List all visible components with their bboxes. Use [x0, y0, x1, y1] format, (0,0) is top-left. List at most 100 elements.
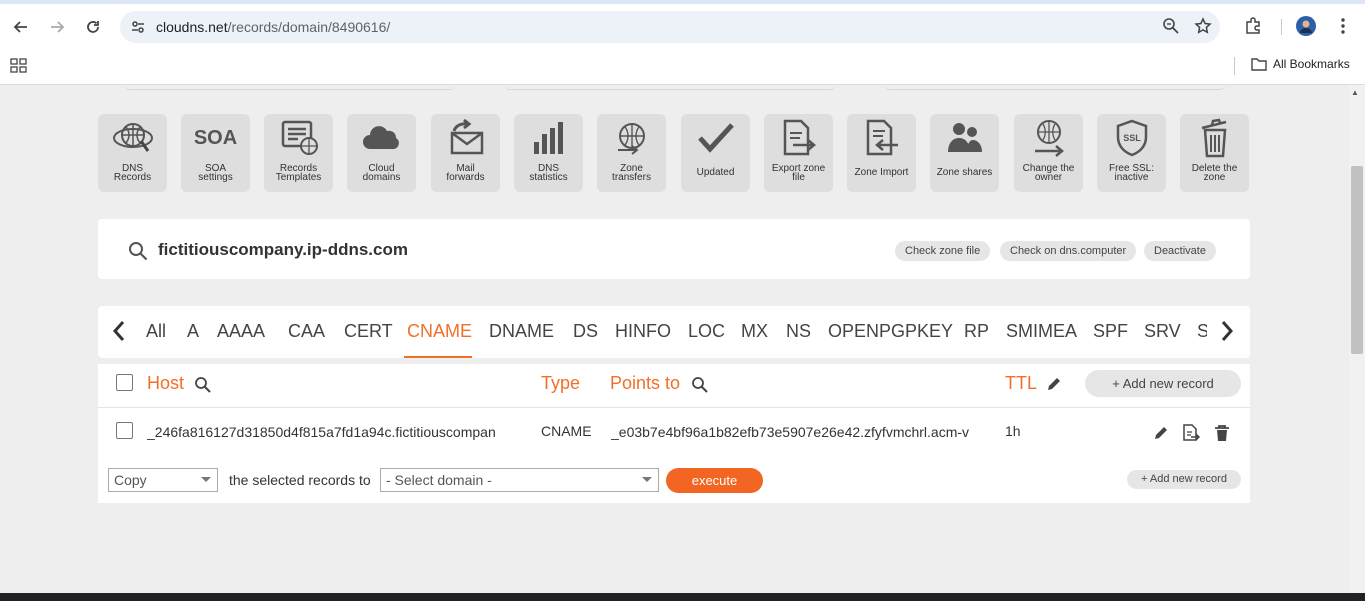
tile-zone-transfers[interactable]: Zone transfers: [597, 114, 666, 192]
tile-updated[interactable]: Updated: [681, 114, 750, 192]
tile-export-zone-file[interactable]: Export zone file: [764, 114, 833, 192]
records-table-header: Host Type Points to TTL + Add new record: [98, 364, 1250, 408]
back-arrow-icon: [13, 21, 27, 33]
tabs-next-arrow-icon[interactable]: [1220, 320, 1234, 342]
select-all-checkbox[interactable]: [116, 374, 133, 391]
template-globe-icon: [281, 120, 318, 155]
zoom-icon[interactable]: [1162, 17, 1180, 35]
tab-openpgpkey[interactable]: OPENPGPKEY: [828, 321, 953, 342]
globe-mouse-icon: [112, 123, 153, 152]
delete-trash-icon[interactable]: [1214, 424, 1230, 442]
add-new-record-bottom-button[interactable]: + Add new record: [1127, 470, 1241, 489]
svg-text:SSL: SSL: [1123, 133, 1141, 143]
tab-all[interactable]: All: [146, 321, 166, 342]
all-bookmarks-button[interactable]: All Bookmarks: [1251, 57, 1350, 71]
tile-change-owner[interactable]: Change the owner: [1014, 114, 1083, 192]
search-icon[interactable]: [128, 241, 148, 261]
window-accent: [0, 0, 1365, 4]
tile-label-line1: Zone shares: [936, 167, 993, 178]
bar-chart-icon: [533, 122, 563, 154]
tile-label-line2: zone: [1203, 172, 1226, 183]
tile-label-line2: forwards: [446, 172, 485, 183]
forward-button[interactable]: [44, 14, 70, 40]
tab-a[interactable]: A: [187, 321, 199, 342]
tab-loc[interactable]: LOC: [688, 321, 725, 342]
tile-mail-forwards[interactable]: Mail forwards: [431, 114, 500, 192]
tile-delete-zone[interactable]: Delete the zone: [1180, 114, 1249, 192]
scroll-up-arrow-icon[interactable]: ▲: [1351, 88, 1359, 97]
tile-label-line2: owner: [1034, 172, 1063, 183]
table-row: _246fa816127d31850d4f815a7fd1a94c.fictit…: [98, 408, 1250, 455]
bookmark-star-icon[interactable]: [1194, 17, 1212, 35]
browser-menu-icon[interactable]: [1336, 17, 1350, 35]
tab-hinfo[interactable]: HINFO: [615, 321, 671, 342]
scrollbar-thumb[interactable]: [1351, 166, 1363, 354]
ttl-edit-pencil-icon[interactable]: [1046, 376, 1062, 392]
tab-cname[interactable]: CNAME: [407, 321, 472, 342]
tile-label-line1: Zone Import: [854, 167, 909, 178]
tile-label-line2: domains: [362, 172, 401, 183]
header-type[interactable]: Type: [541, 373, 580, 394]
browser-toolbar: cloudns.net/records/domain/8490616/: [0, 0, 1365, 54]
edit-pencil-icon[interactable]: [1153, 425, 1169, 441]
tab-mx[interactable]: MX: [741, 321, 768, 342]
row-checkbox[interactable]: [116, 422, 133, 439]
header-points-to[interactable]: Points to: [610, 373, 680, 394]
toolbar-divider: [1281, 19, 1282, 35]
checkmark-icon: [697, 123, 734, 153]
tile-label-line2: statistics: [529, 172, 568, 183]
domain-select[interactable]: - Select domain -: [380, 468, 659, 492]
tab-smimea[interactable]: SMIMEA: [1006, 321, 1077, 342]
tab-caa[interactable]: CAA: [288, 321, 325, 342]
apps-grid-icon[interactable]: [10, 56, 28, 74]
chevron-down-icon: [642, 477, 652, 482]
tab-dname[interactable]: DNAME: [489, 321, 554, 342]
cloud-icon: [362, 126, 399, 149]
host-search-icon[interactable]: [194, 376, 212, 394]
active-tab-underline: [404, 356, 472, 358]
tab-spf[interactable]: SPF: [1093, 321, 1128, 342]
tile-cloud-domains[interactable]: Cloud domains: [347, 114, 416, 192]
back-button[interactable]: [8, 14, 34, 40]
tile-zone-shares[interactable]: Zone shares: [930, 114, 999, 192]
tab-ds[interactable]: DS: [573, 321, 598, 342]
header-strip: [125, 85, 1225, 91]
all-bookmarks-label: All Bookmarks: [1273, 57, 1350, 71]
execute-button[interactable]: execute: [666, 468, 763, 493]
zone-header: fictitiouscompany.ip-ddns.com Check zone…: [98, 219, 1250, 279]
bulk-action-select[interactable]: Copy: [108, 468, 218, 492]
tab-rp[interactable]: RP: [964, 321, 989, 342]
deactivate-button[interactable]: Deactivate: [1144, 241, 1216, 261]
header-host[interactable]: Host: [147, 373, 184, 394]
tab-aaaa[interactable]: AAAA: [217, 321, 265, 342]
points-to-search-icon[interactable]: [691, 376, 709, 394]
add-new-record-button[interactable]: + Add new record: [1085, 370, 1241, 397]
ssl-shield-icon: SSL: [1116, 119, 1147, 157]
zone-tools: DNS Records SOA SOA settings Records Templa…: [98, 114, 1250, 192]
tab-ns[interactable]: NS: [786, 321, 811, 342]
tile-records-templates[interactable]: Records Templates: [264, 114, 333, 192]
row-points-to: _e03b7e4bf96a1b82efb73e5907e26e42.zfyfvm…: [611, 424, 970, 440]
profile-avatar-icon[interactable]: [1296, 16, 1316, 36]
tile-zone-import[interactable]: Zone Import: [847, 114, 916, 192]
address-bar[interactable]: cloudns.net/records/domain/8490616/: [120, 11, 1220, 43]
url-host: cloudns.net: [156, 19, 228, 35]
header-ttl[interactable]: TTL: [1005, 373, 1037, 394]
extensions-icon[interactable]: [1244, 17, 1262, 35]
check-zone-file-button[interactable]: Check zone file: [895, 241, 991, 261]
check-dns-computer-button[interactable]: Check on dns.computer: [1000, 241, 1137, 261]
reload-button[interactable]: [80, 14, 106, 40]
tile-label-line2: inactive: [1114, 172, 1149, 183]
tab-cert[interactable]: CERT: [344, 321, 393, 342]
tile-dns-statistics[interactable]: DNS statistics: [514, 114, 583, 192]
site-settings-icon[interactable]: [130, 19, 146, 35]
tab-partial[interactable]: S: [1197, 321, 1207, 342]
url-text: cloudns.net/records/domain/8490616/: [156, 19, 390, 35]
tile-dns-records[interactable]: DNS Records: [98, 114, 167, 192]
copy-record-icon[interactable]: [1182, 424, 1200, 442]
tile-free-ssl[interactable]: SSL Free SSL: inactive: [1097, 114, 1166, 192]
tabs-prev-arrow-icon[interactable]: [112, 320, 126, 342]
tile-label-line2: file: [792, 172, 805, 183]
tile-soa-settings[interactable]: SOA SOA settings: [181, 114, 250, 192]
tab-srv[interactable]: SRV: [1144, 321, 1181, 342]
